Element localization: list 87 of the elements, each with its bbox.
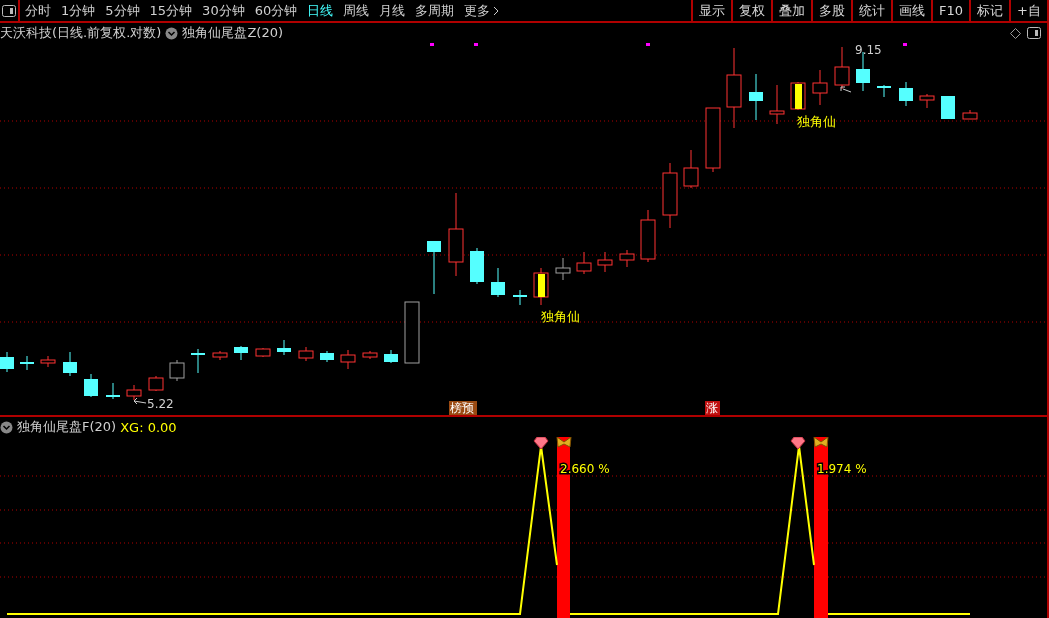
gem-icon: [533, 437, 549, 450]
period-tab[interactable]: 月线: [374, 0, 411, 21]
toolbar-button[interactable]: 统计: [851, 0, 892, 21]
candlestick: [790, 81, 806, 111]
candlestick: [277, 339, 291, 356]
candlestick: [899, 81, 913, 107]
candlestick: [769, 84, 785, 125]
candlestick: [404, 301, 420, 364]
period-tab[interactable]: 多周期: [410, 0, 460, 21]
candlestick: [212, 350, 228, 361]
indicator-reading: XG: 0.00: [120, 419, 177, 435]
candlestick: [362, 350, 378, 360]
candlestick: [834, 46, 850, 90]
candlestick: [190, 348, 206, 374]
candlestick: [512, 289, 528, 306]
indicator-name: 独角仙尾盘F(20): [17, 418, 117, 436]
candlestick: [19, 355, 35, 371]
candlestick: [105, 382, 121, 400]
more-button[interactable]: 更多: [459, 0, 506, 21]
candlestick: [662, 162, 678, 229]
chevron-right-icon: [492, 4, 501, 17]
period-tab[interactable]: 1分钟: [56, 0, 101, 21]
high-price-label: 9.15: [840, 43, 882, 93]
candlestick: [298, 346, 314, 362]
signal-mark: [474, 43, 478, 46]
low-price-label: 5.22: [133, 397, 174, 411]
candlestick: [63, 351, 77, 377]
event-badge[interactable]: 榜预: [449, 401, 477, 415]
toolbar-button[interactable]: 画线: [891, 0, 932, 21]
period-tab[interactable]: 周线: [338, 0, 375, 21]
period-tab[interactable]: 60分钟: [249, 0, 303, 21]
candlestick: [962, 109, 978, 120]
candlestick: [640, 209, 656, 263]
candlestick: [576, 251, 592, 275]
period-tab[interactable]: 日线: [302, 0, 339, 21]
candlestick: [340, 349, 356, 370]
toolbar-button[interactable]: 多股: [811, 0, 852, 21]
signal-mark: [903, 43, 907, 46]
period-tab[interactable]: 15分钟: [144, 0, 198, 21]
toolbar-button[interactable]: 标记: [969, 0, 1010, 21]
chevron-down-icon[interactable]: [0, 420, 13, 434]
period-tab[interactable]: 30分钟: [197, 0, 250, 21]
toolbar-button[interactable]: 复权: [731, 0, 772, 21]
butterfly-icon: [813, 437, 829, 448]
candlestick: [619, 249, 635, 268]
candlestick: [533, 267, 549, 306]
chevron-down-icon[interactable]: [165, 26, 179, 40]
panel-toggle-icon[interactable]: [0, 0, 20, 21]
signal-label: 独角仙: [797, 114, 836, 129]
toolbar-button[interactable]: 叠加: [771, 0, 812, 21]
candlestick: [705, 107, 721, 173]
candlestick: [749, 73, 763, 121]
panel-toggle-icon[interactable]: [1027, 27, 1041, 39]
chart-title: 天沃科技(日线.前复权.对数): [0, 24, 162, 42]
candlestick: [234, 345, 248, 361]
event-badge[interactable]: 涨: [705, 401, 720, 415]
candlestick: [470, 247, 484, 285]
candlestick: [555, 257, 571, 281]
candlestick: [169, 359, 185, 382]
indicator-name: 独角仙尾盘Z(20): [182, 24, 283, 42]
candlestick: [941, 95, 955, 120]
toolbar-button[interactable]: F10: [931, 0, 970, 21]
candlestick: [597, 251, 613, 273]
toolbar-button[interactable]: 显示: [691, 0, 732, 21]
candlestick: [812, 69, 828, 106]
candlestick: [84, 373, 98, 398]
period-tab[interactable]: 5分钟: [100, 0, 145, 21]
candlestick: [126, 384, 142, 401]
candlestick: [683, 149, 699, 189]
candlestick: [427, 240, 441, 295]
period-tab[interactable]: 分时: [20, 0, 56, 21]
candlestick: [384, 349, 398, 364]
diamond-icon[interactable]: [1010, 27, 1021, 39]
gem-icon: [790, 437, 806, 450]
candlestick: [148, 375, 164, 392]
toolbar-button[interactable]: +自: [1009, 0, 1047, 21]
candlestick: [320, 350, 334, 363]
candlestick: [255, 347, 271, 358]
signal-mark: [646, 43, 650, 46]
candlestick: [0, 351, 14, 373]
candlestick: [919, 93, 935, 109]
butterfly-icon: [556, 437, 572, 448]
candlestick: [40, 355, 56, 368]
signal-mark: [430, 43, 434, 46]
signal-label: 独角仙: [541, 309, 580, 324]
candlestick: [491, 267, 505, 298]
candlestick: [876, 84, 892, 98]
